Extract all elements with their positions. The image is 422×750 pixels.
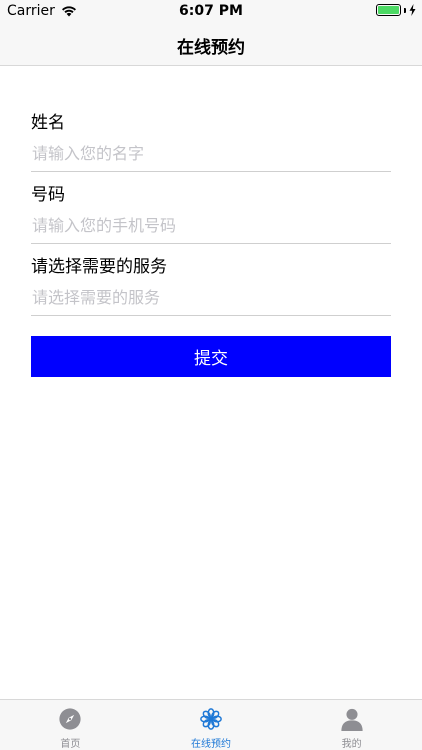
status-bar: Carrier 6:07 PM [0, 0, 422, 22]
service-input[interactable] [31, 280, 391, 316]
tab-label: 在线预约 [191, 739, 231, 750]
page-title: 在线预约 [177, 38, 245, 58]
status-time: 6:07 PM [179, 3, 243, 19]
battery-tip [404, 7, 406, 13]
status-right [376, 4, 416, 16]
flower-icon [200, 708, 222, 730]
battery-fill [378, 6, 399, 14]
battery-icon [376, 4, 401, 16]
tab-bar: 首页 在线预约 我的 [0, 699, 422, 750]
tab-mine[interactable]: 我的 [281, 700, 422, 750]
tab-label: 首页 [60, 739, 81, 750]
tab-booking[interactable]: 在线预约 [141, 700, 282, 750]
compass-icon [59, 708, 81, 730]
tab-home[interactable]: 首页 [0, 700, 141, 750]
service-label: 请选择需要的服务 [31, 257, 167, 277]
name-input[interactable] [31, 136, 391, 172]
tab-label: 我的 [341, 739, 362, 750]
name-label: 姓名 [31, 113, 65, 133]
person-icon [341, 708, 363, 731]
booking-form: 姓名 号码 请选择需要的服务 提交 [31, 110, 391, 377]
phone-label: 号码 [31, 185, 65, 205]
charging-bolt-icon [409, 4, 416, 16]
submit-button[interactable]: 提交 [31, 336, 391, 377]
navigation-bar: 在线预约 [0, 22, 422, 66]
phone-input[interactable] [31, 208, 391, 244]
